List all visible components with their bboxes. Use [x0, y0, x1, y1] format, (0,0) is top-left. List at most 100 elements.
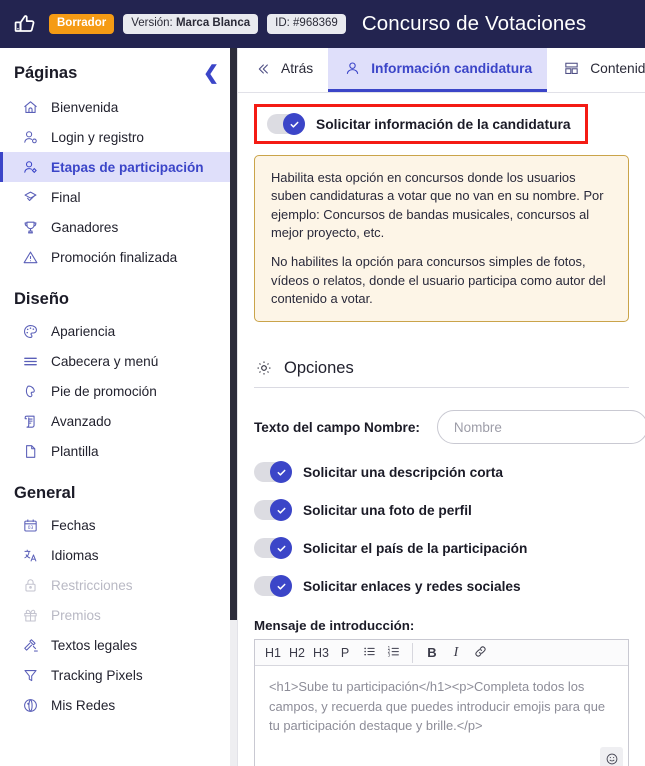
- option-enlaces-redes-sociales-row[interactable]: Solicitar enlaces y redes sociales: [254, 575, 629, 598]
- sidebar-item-textos-legales[interactable]: Textos legales: [0, 630, 237, 660]
- heading-3-button[interactable]: H3: [309, 641, 333, 665]
- heading-1-button[interactable]: H1: [261, 641, 285, 665]
- numbered-list-button[interactable]: 123: [381, 641, 405, 665]
- sidebar-item-promocion-finalizada[interactable]: Promoción finalizada: [0, 242, 237, 272]
- sidebar-scrollbar-thumb[interactable]: [230, 48, 237, 620]
- sidebar-item-tracking-pixels[interactable]: Tracking Pixels: [0, 660, 237, 690]
- sidebar-bottom-spacer: [0, 720, 237, 736]
- heading-2-button[interactable]: H2: [285, 641, 309, 665]
- bullet-list-button[interactable]: [357, 641, 381, 665]
- numbered-list-icon: 123: [386, 644, 401, 662]
- app-header: Borrador Versión: Marca Blanca ID: #9683…: [0, 0, 645, 48]
- scroll-document-icon: [21, 412, 40, 431]
- home-icon: [21, 98, 40, 117]
- editor-toolbar: H1 H2 H3 P 123 B I: [255, 640, 628, 667]
- sidebar-item-apariencia[interactable]: Apariencia: [0, 316, 237, 346]
- option-pais-participacion-row[interactable]: Solicitar el país de la participación: [254, 537, 629, 560]
- sidebar-item-ganadores[interactable]: Ganadores: [0, 212, 237, 242]
- name-field-label: Texto del campo Nombre:: [254, 419, 420, 435]
- app-body: Páginas ❮ Bienvenida Login y registro Et…: [0, 48, 645, 766]
- chevron-left-icon[interactable]: ❮: [203, 64, 219, 83]
- version-badge: Versión: Marca Blanca: [123, 13, 259, 35]
- sidebar-item-mis-redes[interactable]: Mis Redes: [0, 690, 237, 720]
- options-section-title: Opciones: [284, 358, 354, 377]
- name-field-input[interactable]: [436, 410, 645, 445]
- sidebar-item-plantilla[interactable]: Plantilla: [0, 436, 237, 466]
- editor-textarea[interactable]: <h1>Sube tu participación</h1><p>Complet…: [255, 666, 628, 766]
- page-icon: [21, 442, 40, 461]
- toggle-knob-check-icon: [270, 461, 292, 484]
- link-icon: [473, 644, 488, 662]
- toggle-knob-check-icon: [270, 575, 292, 598]
- name-field-row: Texto del campo Nombre:: [254, 410, 645, 445]
- sidebar-item-login-y-registro[interactable]: Login y registro: [0, 122, 237, 152]
- sidebar-item-label: Login y registro: [51, 129, 144, 145]
- sidebar-item-label: Ganadores: [51, 219, 119, 235]
- sidebar-item-label: Bienvenida: [51, 99, 119, 115]
- svg-text:03: 03: [28, 525, 34, 531]
- solicitar-informacion-candidatura-toggle[interactable]: [267, 113, 305, 135]
- version-value: Marca Blanca: [175, 16, 251, 29]
- solicitar-informacion-candidatura-row[interactable]: Solicitar información de la candidatura: [254, 104, 588, 144]
- tab-content-informacion-candidatura: Solicitar información de la candidatura …: [238, 93, 645, 766]
- gift-icon: [21, 606, 40, 625]
- sidebar-item-label: Apariencia: [51, 323, 116, 339]
- sidebar-group-title-general: General: [14, 484, 76, 502]
- tab-atras[interactable]: Atrás: [238, 48, 328, 92]
- sidebar-item-label: Cabecera y menú: [51, 353, 159, 369]
- sidebar-item-label: Promoción finalizada: [51, 249, 178, 265]
- bullet-list-icon: [362, 644, 377, 662]
- sidebar-item-cabecera-y-menu[interactable]: Cabecera y menú: [0, 346, 237, 376]
- sidebar-item-bienvenida[interactable]: Bienvenida: [0, 92, 237, 122]
- option-descripcion-corta-toggle[interactable]: [254, 461, 292, 484]
- paragraph-button[interactable]: P: [333, 641, 357, 665]
- sidebar-item-label: Plantilla: [51, 443, 99, 459]
- sidebar: Páginas ❮ Bienvenida Login y registro Et…: [0, 48, 238, 766]
- editor-label: Mensaje de introducción:: [254, 618, 415, 634]
- sidebar-item-fechas[interactable]: 03 Fechas: [0, 510, 237, 540]
- tab-label: Contenido: [590, 61, 645, 76]
- sidebar-item-avanzado[interactable]: Avanzado: [0, 406, 237, 436]
- sidebar-item-idiomas[interactable]: Idiomas: [0, 540, 237, 570]
- toggle-label: Solicitar información de la candidatura: [316, 116, 571, 132]
- tab-informacion-candidatura[interactable]: Información candidatura: [328, 48, 548, 92]
- emoji-picker-button[interactable]: [600, 747, 623, 766]
- option-descripcion-corta-row[interactable]: Solicitar una descripción corta: [254, 461, 629, 484]
- user-icon: [343, 59, 362, 78]
- thumbs-up-icon: [10, 9, 40, 39]
- italic-button[interactable]: I: [444, 641, 468, 665]
- status-badge: Borrador: [49, 13, 115, 35]
- tab-label: Atrás: [281, 61, 314, 76]
- tab-contenido[interactable]: Contenido: [547, 48, 645, 92]
- option-foto-de-perfil-toggle[interactable]: [254, 499, 292, 522]
- link-button[interactable]: [468, 641, 492, 665]
- layout-grid-icon: [562, 59, 581, 78]
- option-enlaces-redes-sociales-toggle[interactable]: [254, 575, 292, 598]
- bold-button[interactable]: B: [420, 641, 444, 665]
- sidebar-item-premios[interactable]: Premios: [0, 600, 237, 630]
- sidebar-scrollbar-track[interactable]: [230, 48, 237, 766]
- option-pais-participacion-toggle[interactable]: [254, 537, 292, 560]
- info-box-paragraph-2: No habilites la opción para concursos si…: [271, 254, 606, 306]
- sidebar-item-label: Idiomas: [51, 547, 99, 563]
- option-foto-de-perfil-row[interactable]: Solicitar una foto de perfil: [254, 499, 629, 522]
- warning-triangle-icon: [21, 248, 40, 267]
- sidebar-content: Páginas ❮ Bienvenida Login y registro Et…: [0, 48, 237, 746]
- sidebar-item-label: Avanzado: [51, 413, 112, 429]
- version-label: Versión:: [131, 16, 173, 29]
- rich-text-editor: H1 H2 H3 P 123 B I <h1>Sube tu participa…: [254, 639, 629, 766]
- sidebar-item-label: Mis Redes: [51, 697, 116, 713]
- toolbar-divider: [412, 642, 413, 663]
- sidebar-item-final[interactable]: Final: [0, 182, 237, 212]
- sidebar-item-restricciones[interactable]: Restricciones: [0, 570, 237, 600]
- sidebar-item-label: Pie de promoción: [51, 383, 157, 399]
- toggle-knob-check-icon: [283, 113, 305, 135]
- toggle-knob-check-icon: [270, 499, 292, 522]
- sidebar-item-pie-de-promocion[interactable]: Pie de promoción: [0, 376, 237, 406]
- gear-icon: [254, 358, 274, 378]
- sidebar-item-etapas-de-participacion[interactable]: Etapas de participación: [0, 152, 237, 182]
- option-label: Solicitar enlaces y redes sociales: [303, 578, 521, 594]
- toggle-knob-check-icon: [270, 537, 292, 560]
- trophy-icon: [21, 218, 40, 237]
- check-badge-icon: [21, 188, 40, 207]
